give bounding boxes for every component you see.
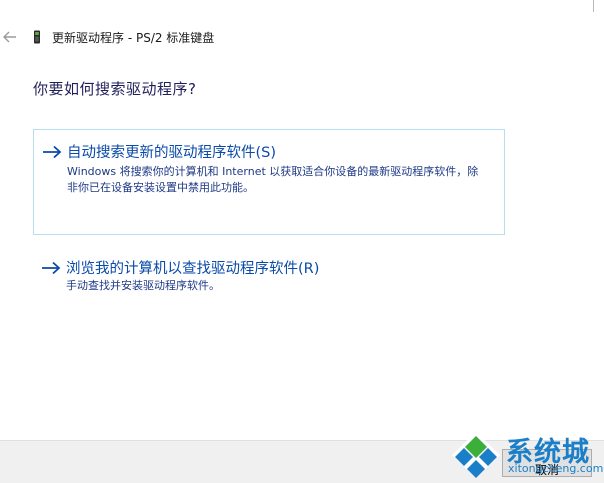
update-driver-dialog: 更新驱动程序 - PS/2 标准键盘 你要如何搜索驱动程序? 自动搜索更新的驱动… xyxy=(0,0,604,483)
window-edge xyxy=(593,0,604,12)
back-arrow-icon[interactable] xyxy=(2,29,18,43)
option-auto-search[interactable]: 自动搜索更新的驱动程序软件(S) Windows 将搜索你的计算机和 Inter… xyxy=(33,129,505,235)
window-title: 更新驱动程序 - PS/2 标准键盘 xyxy=(52,31,215,45)
title-bar: 更新驱动程序 - PS/2 标准键盘 xyxy=(0,20,604,52)
option-auto-search-description: Windows 将搜索你的计算机和 Internet 以获取适合你设备的最新驱动… xyxy=(67,165,479,194)
page-heading: 你要如何搜索驱动程序? xyxy=(33,80,197,98)
option-auto-search-title: 自动搜索更新的驱动程序软件(S) xyxy=(67,145,277,161)
right-arrow-icon xyxy=(42,144,62,159)
watermark-url: xitongcheng.com xyxy=(508,462,604,475)
option-browse-computer-description: 手动查找并安装驱动程序软件。 xyxy=(66,279,220,292)
watermark: 系统城 xitongcheng.com xyxy=(450,428,604,483)
option-browse-computer-title: 浏览我的计算机以查找驱动程序软件(R) xyxy=(66,261,320,277)
option-browse-computer[interactable]: 浏览我的计算机以查找驱动程序软件(R) 手动查找并安装驱动程序软件。 xyxy=(33,250,505,300)
watermark-logo-icon xyxy=(450,430,502,480)
right-arrow-icon xyxy=(41,260,61,275)
keyboard-device-icon xyxy=(33,29,41,44)
